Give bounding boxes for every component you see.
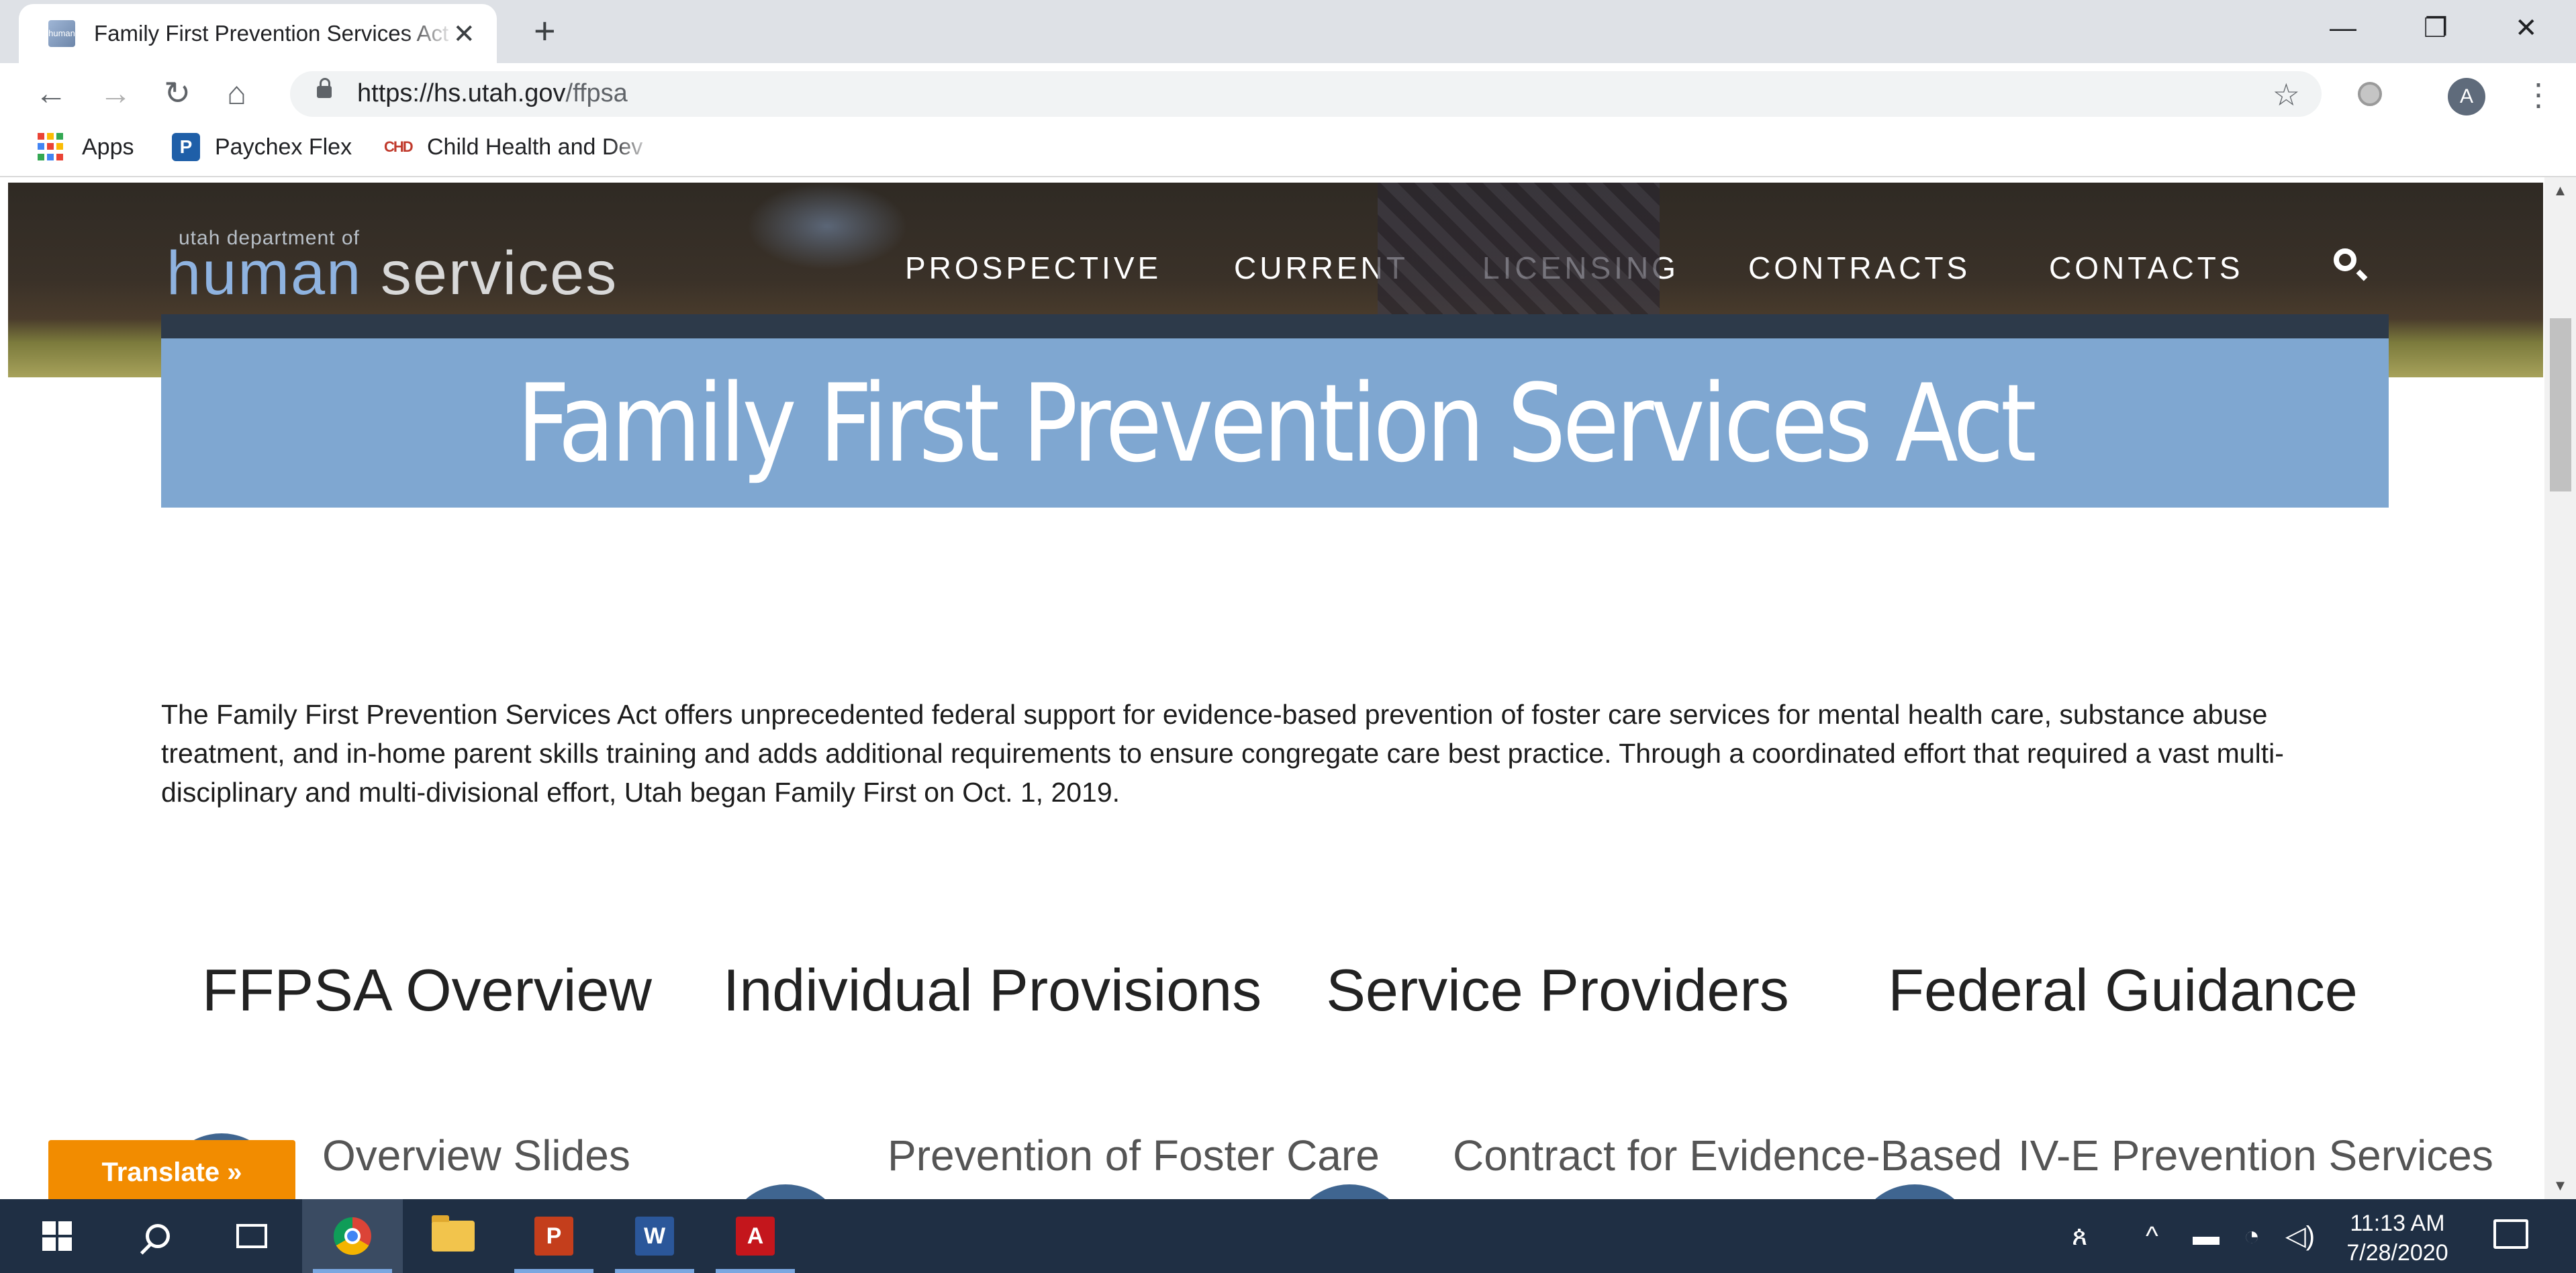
minimize-button[interactable]: — <box>2330 8 2356 48</box>
bookmark-label: Apps <box>82 134 134 160</box>
taskbar-clock[interactable]: 11:13 AM 7/28/2020 <box>2340 1209 2454 1268</box>
browser-toolbar: ← → ↻ ⌂ https://hs.utah.gov/ffpsa ☆ A ⋮ <box>0 63 2576 125</box>
scroll-down-arrow-icon[interactable]: ▼ <box>2544 1172 2576 1199</box>
nav-contracts[interactable]: CONTRACTS <box>1748 250 1970 286</box>
logo-services: services <box>380 239 618 308</box>
new-tab-button[interactable]: + <box>534 9 556 52</box>
link-ive-prevention[interactable]: IV-E Prevention Services <box>2018 1131 2493 1180</box>
search-icon[interactable] <box>2334 248 2356 271</box>
task-view-button[interactable] <box>201 1199 302 1273</box>
windows-logo-icon <box>42 1221 72 1251</box>
back-button[interactable]: ← <box>35 74 67 114</box>
restore-button[interactable]: ❐ <box>2424 8 2448 48</box>
home-button[interactable]: ⌂ <box>227 74 246 114</box>
column-title-federal-guidance: Federal Guidance <box>1888 957 2358 1023</box>
nav-licensing[interactable]: LICENSING <box>1482 250 1679 286</box>
bookmark-label: Child Health and Dev <box>427 134 643 160</box>
service-providers-icon <box>1289 1184 1410 1199</box>
column-title-service-providers: Service Providers <box>1326 957 1789 1023</box>
folder-icon <box>432 1215 475 1252</box>
reload-button[interactable]: ↻ <box>164 74 191 114</box>
taskbar-powerpoint[interactable]: P <box>504 1199 604 1273</box>
taskbar-chrome[interactable] <box>302 1199 403 1273</box>
taskbar-search-button[interactable] <box>107 1199 208 1273</box>
active-indicator <box>313 1269 392 1273</box>
link-overview-slides[interactable]: Overview Slides <box>322 1131 630 1180</box>
translate-button[interactable]: Translate » <box>48 1140 295 1205</box>
paychex-icon: P <box>172 133 200 161</box>
close-window-button[interactable]: ✕ <box>2515 8 2538 48</box>
column-title-overview: FFPSA Overview <box>202 957 652 1023</box>
url-text[interactable]: https://hs.utah.gov/ffpsa <box>357 79 628 108</box>
bookmark-label: Paychex Flex <box>215 134 352 160</box>
nav-contacts[interactable]: CONTACTS <box>2049 250 2244 286</box>
page-title: Family First Prevention Services Act <box>516 360 2037 486</box>
word-icon: W <box>635 1217 674 1256</box>
site-logo[interactable]: utah department of human services <box>166 227 618 304</box>
browser-tab[interactable]: human service Family First Prevention Se… <box>19 4 497 65</box>
logo-human: human <box>166 239 363 308</box>
start-button[interactable] <box>7 1199 107 1273</box>
bookmark-star-icon[interactable]: ☆ <box>2273 77 2300 113</box>
apps-grid-icon <box>38 133 66 161</box>
url-host: https://hs.utah.gov <box>357 79 566 107</box>
column-title-provisions: Individual Provisions <box>722 957 1262 1023</box>
running-indicator <box>514 1269 593 1273</box>
page-viewport: utah department of human services PROSPE… <box>0 177 2544 1199</box>
search-icon <box>146 1224 170 1248</box>
battery-icon[interactable]: ▬ <box>2193 1199 2220 1273</box>
extension-icon[interactable] <box>2358 82 2382 106</box>
tab-favicon-icon: human service <box>48 20 76 65</box>
bookmark-apps[interactable]: Apps <box>38 133 134 161</box>
bookmark-paychex[interactable]: P Paychex Flex <box>172 133 352 161</box>
clock-date: 7/28/2020 <box>2346 1240 2448 1266</box>
wifi-icon[interactable]: ◔ <box>2244 1199 2260 1273</box>
acrobat-icon: A <box>736 1217 775 1256</box>
close-tab-icon[interactable]: ✕ <box>452 19 475 50</box>
federal-guidance-icon <box>1854 1184 1975 1199</box>
running-indicator <box>716 1269 795 1273</box>
bookmark-child-health[interactable]: CHD Child Health and Dev <box>384 133 655 161</box>
chd-icon: CHD <box>384 138 414 155</box>
bookmarks-bar: Apps P Paychex Flex CHD Child Health and… <box>0 125 2576 177</box>
link-prevention[interactable]: Prevention of Foster Care <box>888 1131 1380 1180</box>
profile-avatar[interactable]: A <box>2448 78 2485 115</box>
action-center-icon[interactable] <box>2493 1219 2528 1249</box>
people-icon[interactable]: ጰ <box>2072 1199 2088 1273</box>
taskbar-word[interactable]: W <box>604 1199 705 1273</box>
scroll-up-arrow-icon[interactable]: ▲ <box>2544 177 2576 204</box>
taskbar-acrobat[interactable]: A <box>705 1199 806 1273</box>
nav-current[interactable]: CURRENT <box>1234 250 1409 286</box>
intro-paragraph: The Family First Prevention Services Act… <box>161 699 2284 808</box>
page-title-banner: Family First Prevention Services Act <box>161 314 2389 508</box>
taskbar-file-explorer[interactable] <box>403 1199 504 1273</box>
task-view-icon <box>236 1224 267 1248</box>
clock-time: 11:13 AM <box>2350 1211 2445 1236</box>
tab-strip: human service Family First Prevention Se… <box>0 0 2576 65</box>
nav-prospective[interactable]: PROSPECTIVE <box>905 250 1161 286</box>
lock-icon <box>317 78 332 98</box>
volume-icon[interactable]: ◁) <box>2285 1199 2315 1273</box>
windows-taskbar: P W A ጰ ^ ▬ ◔ ◁) 11:13 AM 7/28/2020 <box>0 1199 2576 1273</box>
show-hidden-icons-chevron-icon[interactable]: ^ <box>2146 1199 2158 1273</box>
tab-title: Family First Prevention Services Act - U… <box>94 21 457 46</box>
address-bar[interactable]: https://hs.utah.gov/ffpsa ☆ <box>290 71 2322 117</box>
scrollbar-thumb[interactable] <box>2550 318 2571 491</box>
browser-menu-icon[interactable]: ⋮ <box>2523 77 2554 113</box>
running-indicator <box>615 1269 694 1273</box>
forward-button[interactable]: → <box>99 74 132 114</box>
powerpoint-icon: P <box>534 1217 573 1256</box>
provisions-icon <box>725 1184 846 1199</box>
chrome-icon <box>334 1217 371 1255</box>
link-contract[interactable]: Contract for Evidence-Based <box>1453 1131 2002 1180</box>
url-path: /ffpsa <box>565 79 628 107</box>
page-scrollbar[interactable]: ▲ ▼ <box>2544 177 2576 1199</box>
